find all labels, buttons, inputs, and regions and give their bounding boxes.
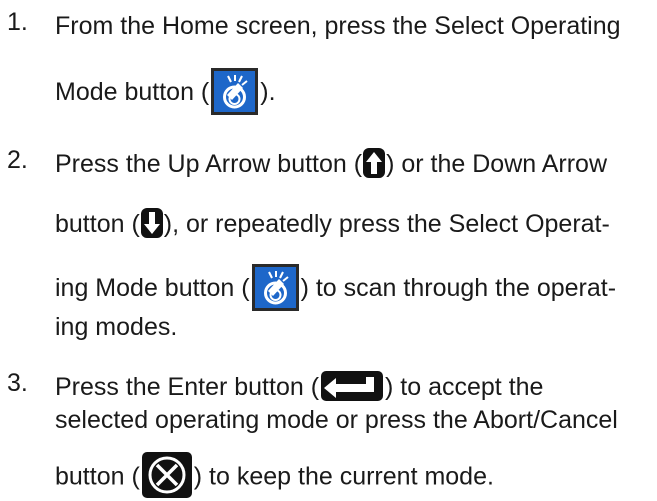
step-text: Mode button ( ). <box>55 68 276 115</box>
step-text: ing modes. <box>55 309 177 345</box>
step-text-line: Press the Enter button ( <box>55 373 320 401</box>
step-text: button ( ) to keep the current mode. <box>55 452 494 498</box>
step-text-line: ). <box>260 78 276 107</box>
step-text-line: ing Mode button ( <box>55 274 250 303</box>
step-text: Press the Up Arrow button ( ) or the Dow… <box>55 146 607 182</box>
step-text-line: ) or the Down Arrow <box>386 150 608 178</box>
step-text: Press the Enter button ( ) to accept the <box>55 369 543 405</box>
enter-icon <box>321 371 384 402</box>
step-text-line: selected operating mode or press the Abo… <box>55 406 618 434</box>
select-operating-mode-icon <box>251 264 299 311</box>
step-text-line: button ( <box>55 210 140 238</box>
abort-cancel-icon <box>141 452 192 498</box>
step-text: selected operating mode or press the Abo… <box>55 402 618 438</box>
step-text-line: ) to scan through the operat- <box>300 274 617 303</box>
step-text-line: button ( <box>55 462 140 491</box>
step-text-line: ) to accept the <box>385 373 544 401</box>
step-number: 2. <box>7 146 28 174</box>
step-text-line: ing modes. <box>55 313 178 341</box>
step-text-line: From the Home screen, press the Select O… <box>55 12 621 40</box>
step-text: button ( ), or repeatedly press the Sele… <box>55 206 610 242</box>
step-number: 3. <box>7 369 28 397</box>
select-operating-mode-icon <box>211 68 259 115</box>
step-text-line: ) to keep the current mode. <box>193 462 494 491</box>
step-number: 1. <box>7 8 28 36</box>
step-text: ing Mode button ( ) to scan through the … <box>55 264 617 311</box>
step-text-line: Mode button ( <box>55 78 210 107</box>
step-text-line: ), or repeatedly press the Select Operat… <box>163 210 610 238</box>
up-arrow-icon <box>363 148 386 179</box>
down-arrow-icon <box>140 208 163 239</box>
step-text-line: Press the Up Arrow button ( <box>55 150 363 178</box>
step-text: From the Home screen, press the Select O… <box>55 8 621 44</box>
